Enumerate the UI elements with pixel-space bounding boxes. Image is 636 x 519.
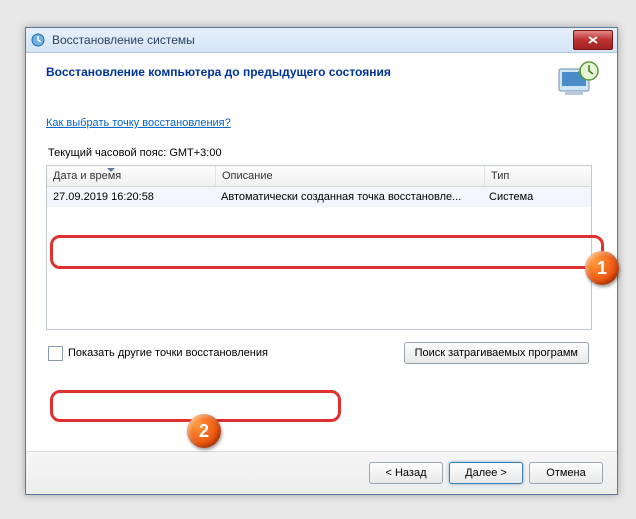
- sort-desc-icon: [107, 168, 115, 172]
- table-body: 27.09.2019 16:20:58 Автоматически создан…: [47, 187, 591, 329]
- help-link[interactable]: Как выбрать точку восстановления?: [46, 117, 231, 129]
- show-more-checkbox[interactable]: [48, 346, 63, 361]
- scan-programs-button[interactable]: Поиск затрагиваемых программ: [404, 342, 589, 364]
- titlebar[interactable]: Восстановление системы: [26, 28, 617, 53]
- cancel-button[interactable]: Отмена: [529, 462, 603, 484]
- next-button[interactable]: Далее >: [449, 462, 523, 484]
- back-button[interactable]: < Назад: [369, 462, 443, 484]
- options-row: Показать другие точки восстановления Пои…: [48, 342, 597, 364]
- page-heading: Восстановление компьютера до предыдущего…: [46, 65, 597, 79]
- col-type[interactable]: Тип: [485, 166, 591, 186]
- system-restore-icon: [553, 59, 601, 101]
- col-date[interactable]: Дата и время: [47, 166, 216, 186]
- table-row[interactable]: 27.09.2019 16:20:58 Автоматически создан…: [47, 187, 591, 207]
- restore-app-icon: [30, 32, 46, 48]
- show-more-label: Показать другие точки восстановления: [68, 347, 268, 359]
- table-header: Дата и время Описание Тип: [47, 166, 591, 187]
- close-icon: [588, 36, 598, 44]
- cell-desc: Автоматически созданная точка восстановл…: [215, 191, 483, 203]
- close-button[interactable]: [573, 30, 613, 50]
- annotation-marker-1: 1: [585, 251, 619, 285]
- cell-type: Система: [483, 191, 591, 203]
- timezone-label: Текущий часовой пояс: GMT+3:00: [48, 147, 597, 159]
- cell-date: 27.09.2019 16:20:58: [47, 191, 215, 203]
- col-desc[interactable]: Описание: [216, 166, 485, 186]
- system-restore-window: Восстановление системы Восстановление ко…: [25, 27, 618, 495]
- content-area: Восстановление компьютера до предыдущего…: [26, 53, 617, 374]
- window-title: Восстановление системы: [52, 33, 195, 47]
- restore-points-table: Дата и время Описание Тип 27.09.2019 16:…: [46, 165, 592, 330]
- wizard-footer: < Назад Далее > Отмена: [26, 451, 617, 494]
- annotation-marker-2: 2: [187, 414, 221, 448]
